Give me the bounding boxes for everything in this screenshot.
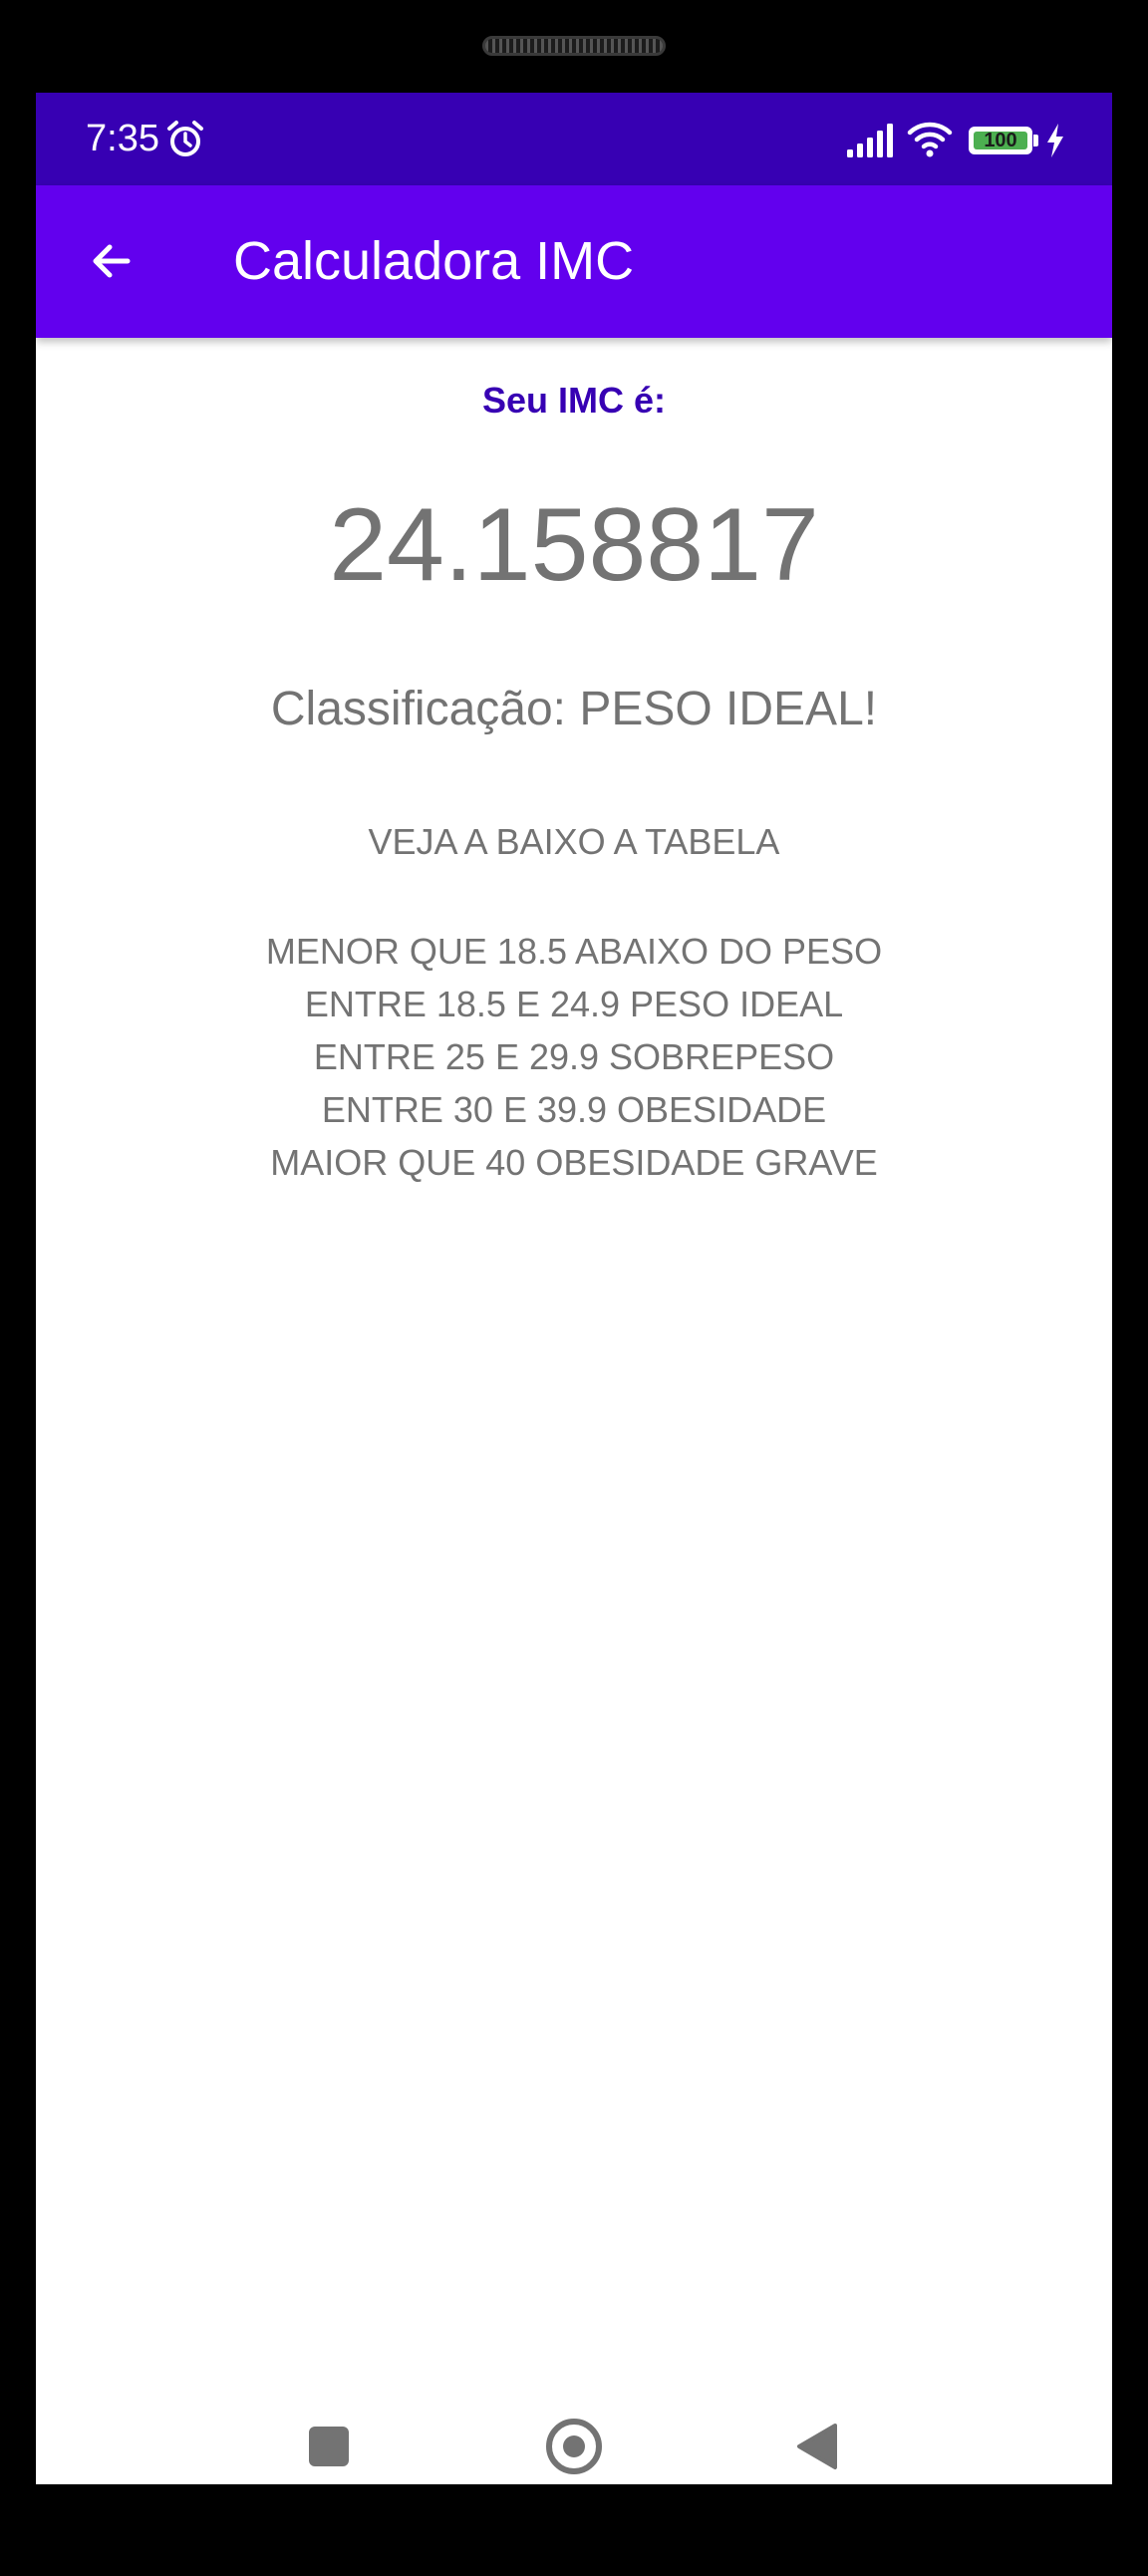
phone-frame: 7:35 100 Calculadora IMC Seu IMC é: 24.1… <box>0 0 1148 2576</box>
battery-icon: 100 <box>969 127 1032 154</box>
alarm-icon <box>167 121 203 156</box>
status-bar: 7:35 100 <box>36 93 1112 185</box>
back-button[interactable] <box>74 223 149 299</box>
earpiece-speaker <box>482 36 666 56</box>
imc-value: 24.158817 <box>329 487 819 603</box>
home-icon-dot <box>563 2435 585 2457</box>
status-time: 7:35 <box>86 118 159 159</box>
table-title: VEJA A BAIXO A TABELA <box>368 821 780 862</box>
table-row: MENOR QUE 18.5 ABAIXO DO PESO <box>265 931 883 972</box>
imc-label: Seu IMC é: <box>481 380 667 421</box>
charging-bolt-icon <box>1047 124 1063 157</box>
app-title: Calculadora IMC <box>233 231 635 291</box>
classification-text: Classificação: PESO IDEAL! <box>270 683 878 735</box>
table-row: ENTRE 25 E 29.9 SOBREPESO <box>313 1036 835 1077</box>
battery-level: 100 <box>984 130 1017 151</box>
recents-icon[interactable] <box>309 2427 349 2466</box>
app-bar: Calculadora IMC <box>36 185 1112 338</box>
bmi-table: MENOR QUE 18.5 ABAIXO DO PESO ENTRE 18.5… <box>36 925 1112 1189</box>
home-icon[interactable] <box>546 2419 602 2474</box>
arrow-left-icon <box>93 244 131 278</box>
table-row: MAIOR QUE 40 OBESIDADE GRAVE <box>270 1142 878 1183</box>
table-row: ENTRE 18.5 E 24.9 PESO IDEAL <box>304 984 844 1024</box>
screen: 7:35 100 Calculadora IMC Seu IMC é: 24.1… <box>36 93 1112 2484</box>
signal-icon <box>847 124 893 157</box>
battery-terminal <box>1033 135 1038 146</box>
table-row: ENTRE 30 E 39.9 OBESIDADE <box>321 1089 827 1130</box>
wifi-icon <box>907 122 953 157</box>
back-icon[interactable] <box>795 2423 839 2470</box>
navigation-bar <box>36 2397 1112 2484</box>
